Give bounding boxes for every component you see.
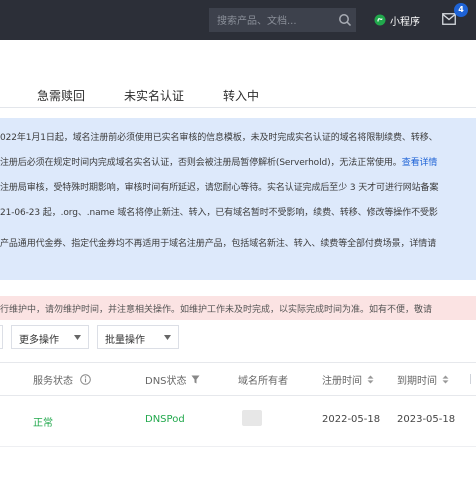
tab-urgent-redeem[interactable]: 急需赎回 xyxy=(37,87,85,104)
row-divider xyxy=(0,446,476,447)
batch-actions-label: 批量操作 xyxy=(105,335,145,346)
search-input[interactable]: 搜索产品、文档... xyxy=(217,12,297,27)
chevron-down-icon xyxy=(74,335,81,340)
dns-status-cell: DNSPod xyxy=(145,414,185,425)
filter-icon[interactable] xyxy=(191,375,200,384)
chevron-down-icon xyxy=(164,335,171,340)
column-header-status: 服务状态 xyxy=(33,372,91,387)
table-header-top-border xyxy=(0,362,476,363)
view-details-link[interactable]: 查看详情 xyxy=(402,158,438,168)
search-icon[interactable] xyxy=(338,13,352,27)
column-header-owner-label: 域名所有者 xyxy=(238,376,288,387)
maintenance-warning-box: 行维护中，请勿维护时间，并注意相关操作。如维护工作未及时完成，以实际完成时间为准… xyxy=(0,296,476,320)
column-header-expire-label: 到期时间 xyxy=(397,376,437,387)
notice-line: 产品通用代金券、指定代金券均不再适用于域名注册产品，包括域名新注、转入、续费等全… xyxy=(0,239,437,249)
table-header-bottom-border xyxy=(0,395,476,396)
column-header-dns-label: DNS状态 xyxy=(145,376,187,387)
more-actions-label: 更多操作 xyxy=(19,335,59,346)
column-header-reg-label: 注册时间 xyxy=(322,376,362,387)
column-header-dns-status: DNS状态 xyxy=(145,372,200,387)
mail-count-badge: 4 xyxy=(454,3,468,17)
column-header-expire-time[interactable]: 到期时间 xyxy=(397,372,450,387)
notice-line-text: 注册后必须在规定时间内完成域名实名认证，否则会被注册局暂停解析(Serverho… xyxy=(0,158,402,168)
info-notice-box: 022年1月1日起，域名注册前必须使用已实名审核的信息模板，未及时完成实名认证的… xyxy=(0,118,476,280)
mail-icon[interactable] xyxy=(442,13,456,25)
notice-line: 21-06-23 起，.org、.name 域名将停止新注、转入，已有域名暂时不… xyxy=(0,208,438,218)
domain-filter-tabs: 急需赎回 未实名认证 转入中 xyxy=(0,80,476,108)
info-icon[interactable] xyxy=(80,374,91,385)
column-header-owner: 域名所有者 xyxy=(238,372,288,387)
global-search[interactable]: 搜索产品、文档... xyxy=(209,8,356,32)
toolbar-button-edge[interactable] xyxy=(0,325,3,349)
notice-line: 022年1月1日起，域名注册前必须使用已实名审核的信息模板，未及时完成实名认证的… xyxy=(0,133,438,143)
column-header-status-label: 服务状态 xyxy=(33,376,73,387)
status-cell: 正常 xyxy=(33,418,53,429)
owner-placeholder xyxy=(242,410,262,426)
batch-actions-dropdown[interactable]: 批量操作 xyxy=(97,325,179,349)
tabs-divider xyxy=(0,107,476,108)
reg-time-cell: 2022-05-18 xyxy=(322,414,381,425)
tab-transferring-in[interactable]: 转入中 xyxy=(223,87,259,104)
column-header-reg-time[interactable]: 注册时间 xyxy=(322,372,375,387)
notice-line: 注册局审核，受特殊时期影响，审核时间有所延迟，请您耐心等待。实名认证完成后至少 … xyxy=(0,183,439,193)
notice-line-with-link: 注册后必须在规定时间内完成域名实名认证，否则会被注册局暂停解析(Serverho… xyxy=(0,155,437,168)
sort-icon[interactable] xyxy=(366,375,375,384)
mini-program-icon xyxy=(374,14,386,26)
next-column-edge xyxy=(470,374,476,384)
tab-unverified[interactable]: 未实名认证 xyxy=(124,87,184,104)
sort-icon[interactable] xyxy=(441,375,450,384)
mini-program-button[interactable]: 小程序 xyxy=(374,12,420,28)
mini-program-label: 小程序 xyxy=(390,16,420,28)
top-navigation-bar: 搜索产品、文档... 小程序 4 xyxy=(0,0,476,40)
more-actions-dropdown[interactable]: 更多操作 xyxy=(11,325,89,349)
warning-text: 行维护中，请勿维护时间，并注意相关操作。如维护工作未及时完成，以实际完成时间为准… xyxy=(0,305,433,315)
expire-time-cell: 2023-05-18 xyxy=(397,414,456,425)
